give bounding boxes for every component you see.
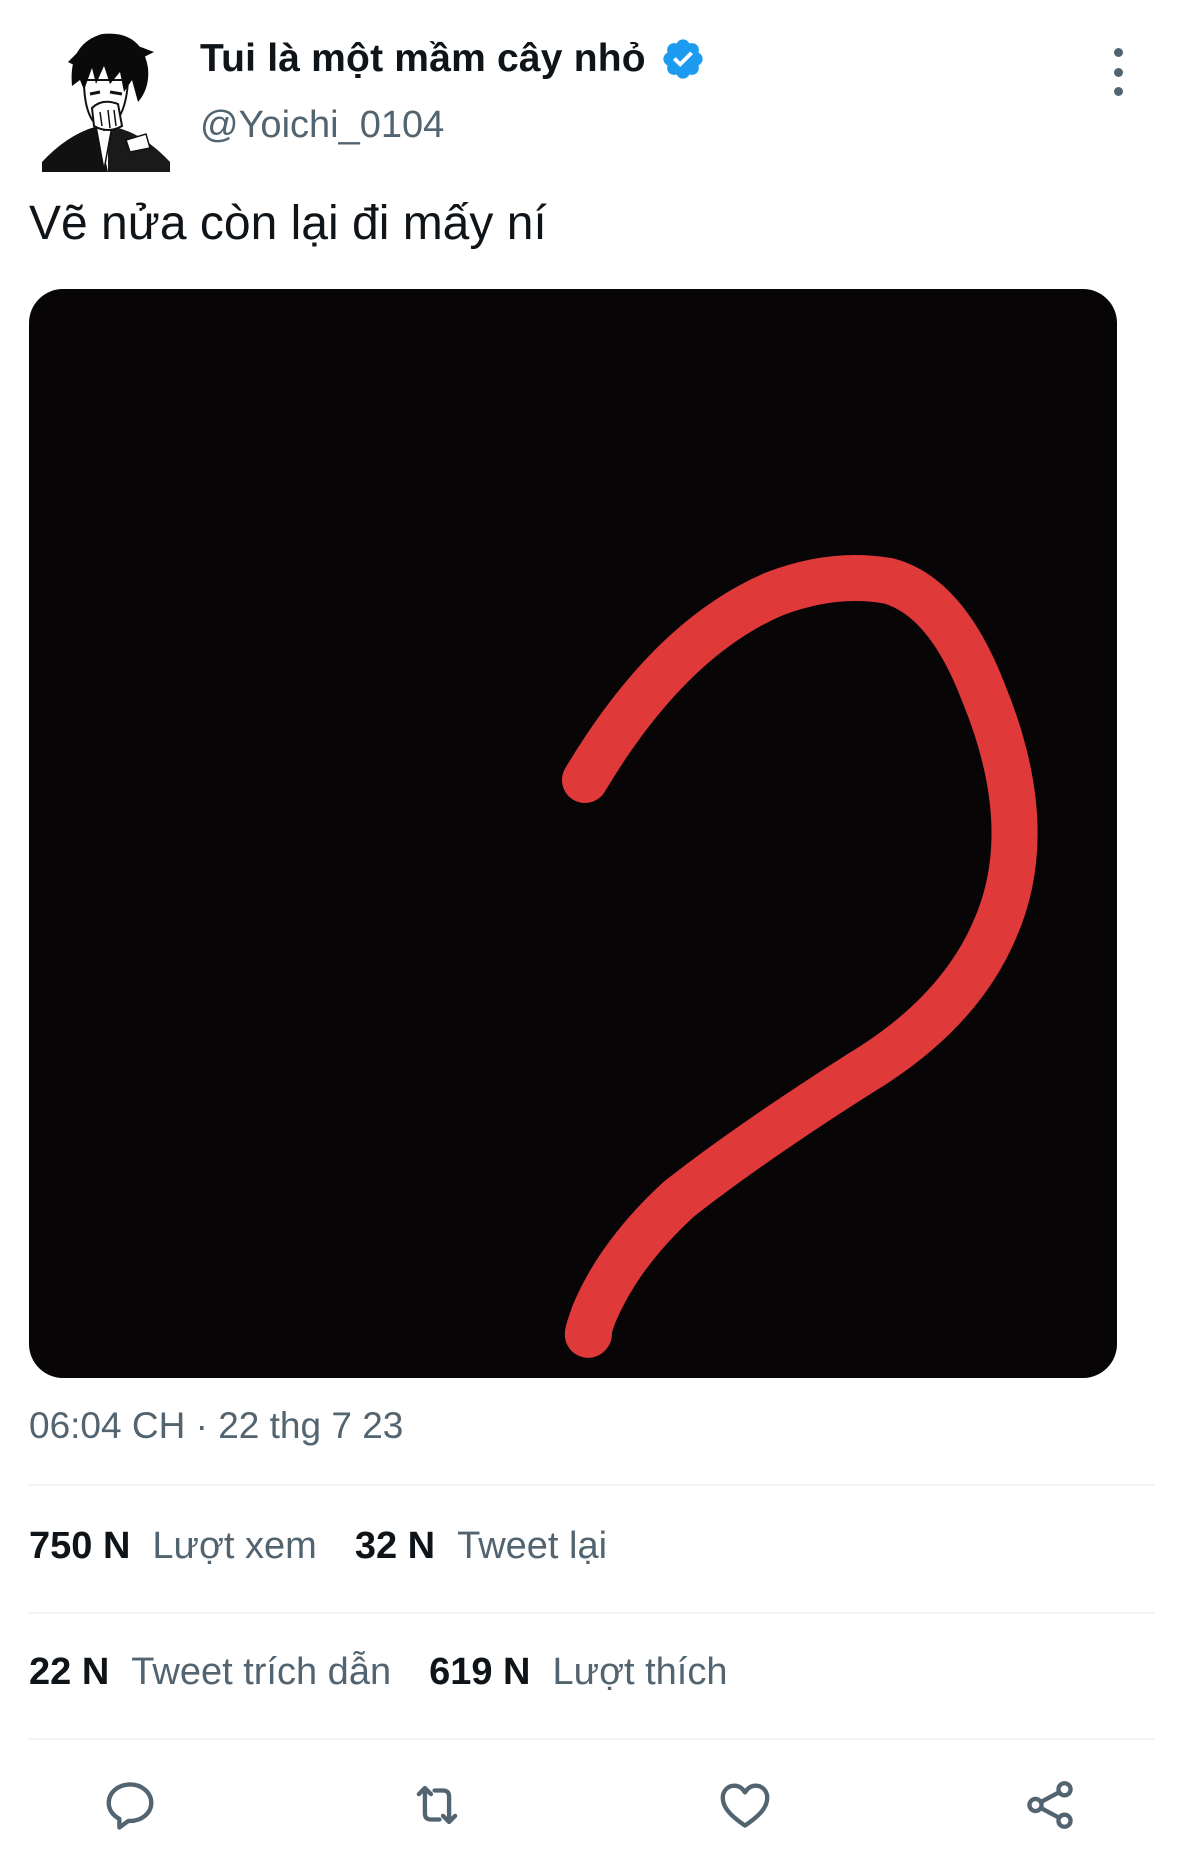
tweet-media-image[interactable] [29, 289, 1117, 1378]
views-count: 750 N [29, 1525, 131, 1567]
divider [29, 1484, 1154, 1486]
heart-icon [720, 1783, 770, 1828]
red-stroke-drawing [562, 555, 1038, 1358]
stats-row-2: 22 N Tweet trích dẫn 619 N Lượt thích [29, 1651, 766, 1694]
likes-label: Lượt thích [552, 1651, 728, 1693]
like-button[interactable] [710, 1770, 780, 1840]
share-button[interactable] [1015, 1770, 1085, 1840]
action-bar [0, 1770, 1182, 1850]
tweet-detail: Tui là một mầm cây nhỏ @Yoichi_0104 Vẽ n… [0, 0, 1182, 1867]
comment-icon [106, 1782, 154, 1830]
more-options-icon[interactable] [1100, 48, 1136, 96]
quotes-stat[interactable]: 22 N Tweet trích dẫn [29, 1651, 391, 1694]
retweets-label: Tweet lại [457, 1525, 608, 1567]
reply-button[interactable] [95, 1770, 165, 1840]
divider [29, 1612, 1154, 1614]
share-icon [1027, 1781, 1073, 1829]
retweet-icon [416, 1785, 458, 1825]
avatar-image [42, 33, 170, 172]
author-handle[interactable]: @Yoichi_0104 [200, 104, 444, 147]
stats-row-1: 750 N Lượt xem 32 N Tweet lại [29, 1525, 645, 1568]
retweet-button[interactable] [402, 1770, 472, 1840]
verified-badge-icon [663, 39, 703, 79]
avatar[interactable] [38, 22, 172, 172]
retweets-count: 32 N [354, 1525, 436, 1567]
likes-stat[interactable]: 619 N Lượt thích [429, 1651, 727, 1694]
quotes-count: 22 N [29, 1651, 110, 1693]
views-label: Lượt xem [152, 1525, 317, 1567]
display-name[interactable]: Tui là một mầm cây nhỏ [200, 37, 646, 81]
likes-count: 619 N [429, 1651, 531, 1693]
quotes-label: Tweet trích dẫn [131, 1651, 392, 1693]
retweets-stat[interactable]: 32 N Tweet lại [355, 1525, 607, 1568]
views-stat[interactable]: 750 N Lượt xem [29, 1525, 317, 1568]
tweet-timestamp[interactable]: 06:04 CH · 22 thg 7 23 [29, 1405, 403, 1447]
author-name-row[interactable]: Tui là một mầm cây nhỏ [200, 36, 706, 82]
divider [29, 1738, 1154, 1740]
tweet-text: Vẽ nửa còn lại đi mấy ní [29, 197, 547, 250]
